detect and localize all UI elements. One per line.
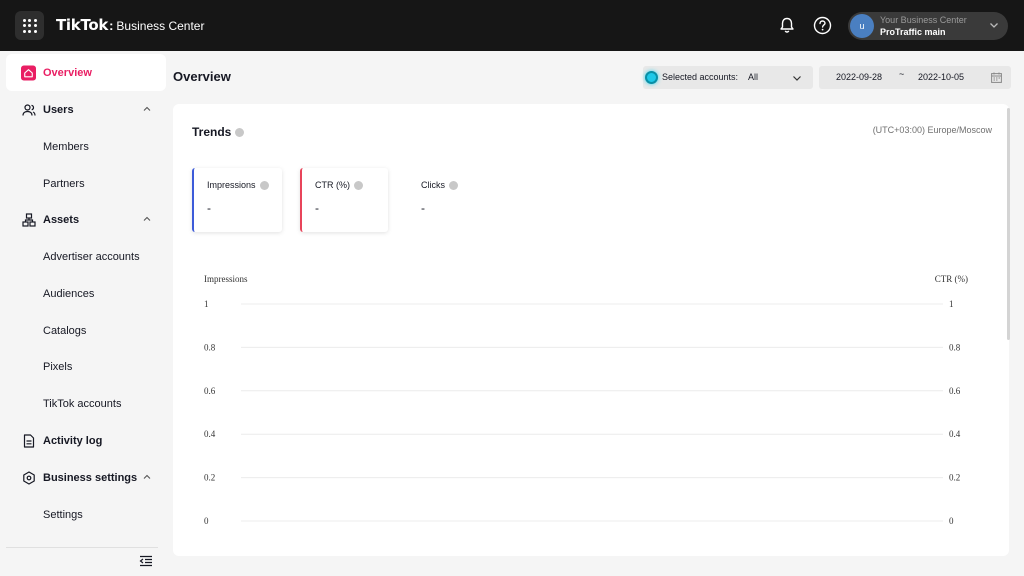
y-tick-label-left: 0.8	[204, 342, 216, 352]
y-tick-label-left: 0.4	[204, 429, 216, 439]
sidebar-group-users[interactable]: Users	[6, 91, 166, 128]
chevron-down-icon	[793, 76, 801, 81]
sidebar: Overview Users Members Partners Assets A…	[0, 51, 166, 576]
chevron-down-icon	[990, 23, 998, 28]
y-axis-label-right: CTR (%)	[935, 274, 968, 284]
help-icon	[813, 16, 831, 34]
date-separator: ~	[899, 69, 905, 79]
sidebar-item-label: Settings	[43, 508, 83, 521]
y-axis-label-left: Impressions	[204, 274, 248, 284]
settings-icon	[21, 470, 36, 485]
avatar: u	[850, 14, 874, 38]
sidebar-item-audiences[interactable]: Audiences	[6, 275, 166, 312]
trends-card: Trends (UTC+03:00) Europe/Moscow Impress…	[173, 104, 1009, 556]
y-tick-label-right: 0.6	[949, 386, 961, 396]
sidebar-item-overview[interactable]: Overview	[6, 54, 166, 91]
sidebar-item-settings[interactable]: Settings	[6, 496, 166, 533]
scrollbar[interactable]	[1007, 108, 1010, 340]
home-icon	[21, 65, 36, 80]
page-title: Overview	[173, 69, 231, 84]
chevron-up-icon	[143, 216, 151, 221]
brand-logo[interactable]: TikTok : Business Center	[56, 16, 204, 34]
sidebar-item-label: Advertiser accounts	[43, 250, 140, 263]
sidebar-item-label: TikTok accounts	[43, 397, 122, 410]
y-tick-label-left: 0.2	[204, 473, 215, 483]
y-tick-label-right: 0.4	[949, 429, 961, 439]
y-tick-label-right: 1	[949, 299, 954, 309]
cursor-highlight	[645, 71, 658, 84]
y-tick-label-left: 1	[204, 299, 209, 309]
assets-icon	[21, 212, 36, 227]
sidebar-item-tiktok-accounts[interactable]: TikTok accounts	[6, 385, 166, 422]
sidebar-item-members[interactable]: Members	[6, 128, 166, 165]
sidebar-group-business-settings[interactable]: Business settings	[6, 459, 166, 496]
sidebar-item-catalogs[interactable]: Catalogs	[6, 312, 166, 349]
sidebar-item-label: Pixels	[43, 360, 73, 373]
chevron-up-icon	[143, 106, 151, 111]
account-org-label: Your Business Center	[880, 15, 967, 25]
sidebar-divider	[6, 547, 158, 548]
grid-icon	[22, 18, 37, 33]
tiktok-logo: TikTok	[56, 16, 109, 34]
sidebar-item-label: Activity log	[43, 434, 103, 447]
date-range-picker[interactable]: 2022-09-28 ~ 2022-10-05	[819, 66, 1011, 89]
selected-accounts-label: Selected accounts:	[662, 72, 739, 82]
trends-chart: Impressions CTR (%) 1 1 0.8 0.8 0.6 0.6 0.4 0.4…	[204, 274, 968, 526]
sidebar-item-activity-log[interactable]: Activity log	[6, 422, 166, 459]
sidebar-item-pixels[interactable]: Pixels	[6, 348, 166, 385]
sidebar-item-label: Business settings	[43, 471, 138, 484]
account-switcher[interactable]: u Your Business Center ProTraffic main	[848, 12, 1008, 40]
y-tick-label-right: 0.8	[949, 342, 961, 352]
collapse-sidebar-icon[interactable]	[139, 554, 153, 568]
selected-accounts-dropdown[interactable]: Selected accounts: All	[643, 66, 813, 89]
selected-accounts-value: All	[748, 72, 759, 82]
sidebar-item-label: Catalogs	[43, 324, 87, 337]
sidebar-item-label: Overview	[43, 66, 92, 79]
apps-menu-button[interactable]	[15, 11, 44, 40]
sidebar-item-label: Users	[43, 103, 74, 116]
calendar-icon	[991, 72, 1002, 83]
top-bar: TikTok : Business Center u Your Business…	[0, 0, 1024, 51]
y-tick-label-left: 0.6	[204, 386, 216, 396]
users-icon	[21, 102, 36, 117]
bell-icon	[780, 17, 794, 33]
sidebar-group-assets[interactable]: Assets	[6, 201, 166, 238]
date-end[interactable]: 2022-10-05	[918, 72, 964, 82]
brand-subtitle: Business Center	[116, 19, 205, 33]
y-tick-label-right: 0	[949, 516, 954, 526]
sidebar-item-advertiser-accounts[interactable]: Advertiser accounts	[6, 238, 166, 275]
sidebar-item-label: Members	[43, 140, 89, 153]
sidebar-item-partners[interactable]: Partners	[6, 165, 166, 202]
account-name: ProTraffic main	[880, 27, 946, 37]
sidebar-item-label: Partners	[43, 177, 85, 190]
y-tick-label-left: 0	[204, 516, 209, 526]
sidebar-item-label: Audiences	[43, 287, 95, 300]
notifications-button[interactable]	[776, 14, 798, 36]
chevron-up-icon	[143, 474, 151, 479]
help-button[interactable]	[811, 14, 833, 36]
date-start[interactable]: 2022-09-28	[836, 72, 882, 82]
y-tick-label-right: 0.2	[949, 473, 960, 483]
sidebar-item-label: Assets	[43, 213, 80, 226]
document-icon	[21, 433, 36, 448]
